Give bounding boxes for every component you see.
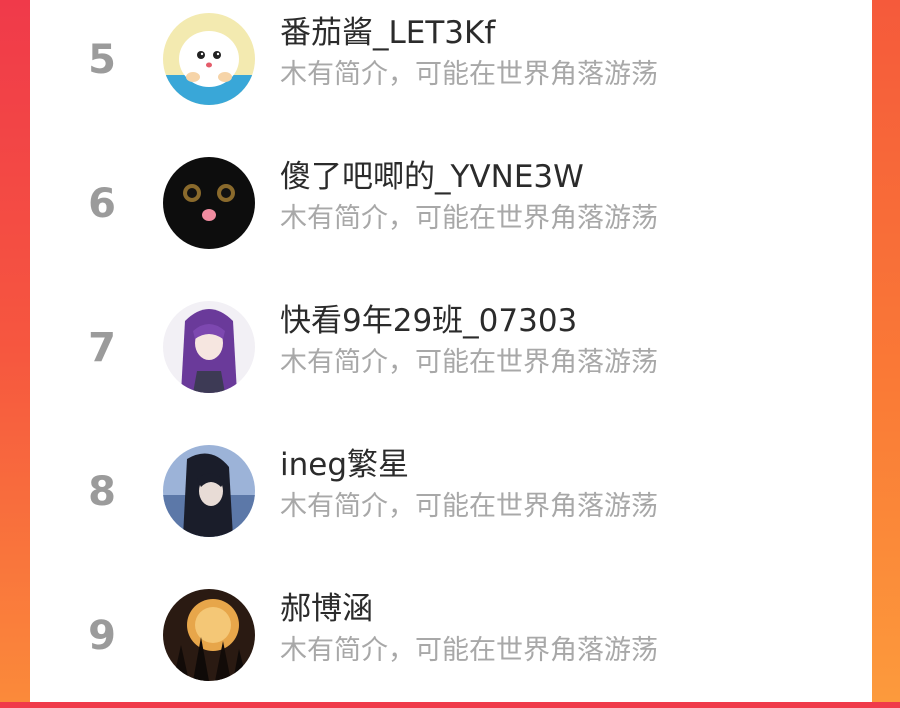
user-bio: 木有简介，可能在世界角落游荡 <box>280 59 658 90</box>
user-bio: 木有简介，可能在世界角落游荡 <box>280 635 658 666</box>
moon-night-scene-avatar[interactable] <box>163 589 255 681</box>
rank-number: 8 <box>88 469 116 515</box>
page-background-edge <box>870 0 900 702</box>
user-name[interactable]: ineg繁星 <box>280 448 409 482</box>
cartoon-character-avatar[interactable] <box>163 13 255 105</box>
leaderboard-row[interactable]: 5 番茄酱_LET3Kf 木有简介，可能在世界角落游荡 <box>30 0 872 132</box>
leaderboard-card: 5 番茄酱_LET3Kf 木有简介，可能在世界角落游荡 6 傻了吧唧的_YVNE… <box>30 0 872 702</box>
rank-number: 9 <box>88 613 116 659</box>
user-bio: 木有简介，可能在世界角落游荡 <box>280 203 658 234</box>
rank-number: 5 <box>88 37 116 83</box>
user-name[interactable]: 快看9年29班_07303 <box>280 304 577 338</box>
user-name[interactable]: 傻了吧唧的_YVNE3W <box>280 160 584 194</box>
leaderboard-row[interactable]: 9 郝博涵 木有简介，可能在世界角落游荡 <box>30 564 872 708</box>
user-name[interactable]: 番茄酱_LET3Kf <box>280 16 495 50</box>
black-cat-avatar[interactable] <box>163 157 255 249</box>
user-name[interactable]: 郝博涵 <box>280 592 373 626</box>
rank-number: 7 <box>88 325 116 371</box>
leaderboard-row[interactable]: 7 快看9年29班_07303 木有简介，可能在世界角落游荡 <box>30 276 872 420</box>
leaderboard-row[interactable]: 6 傻了吧唧的_YVNE3W 木有简介，可能在世界角落游荡 <box>30 132 872 276</box>
dark-hair-portrait-avatar[interactable] <box>163 445 255 537</box>
user-bio: 木有简介，可能在世界角落游荡 <box>280 347 658 378</box>
anime-purple-hair-avatar[interactable] <box>163 301 255 393</box>
leaderboard-row[interactable]: 8 ineg繁星 木有简介，可能在世界角落游荡 <box>30 420 872 564</box>
user-bio: 木有简介，可能在世界角落游荡 <box>280 491 658 522</box>
rank-number: 6 <box>88 181 116 227</box>
